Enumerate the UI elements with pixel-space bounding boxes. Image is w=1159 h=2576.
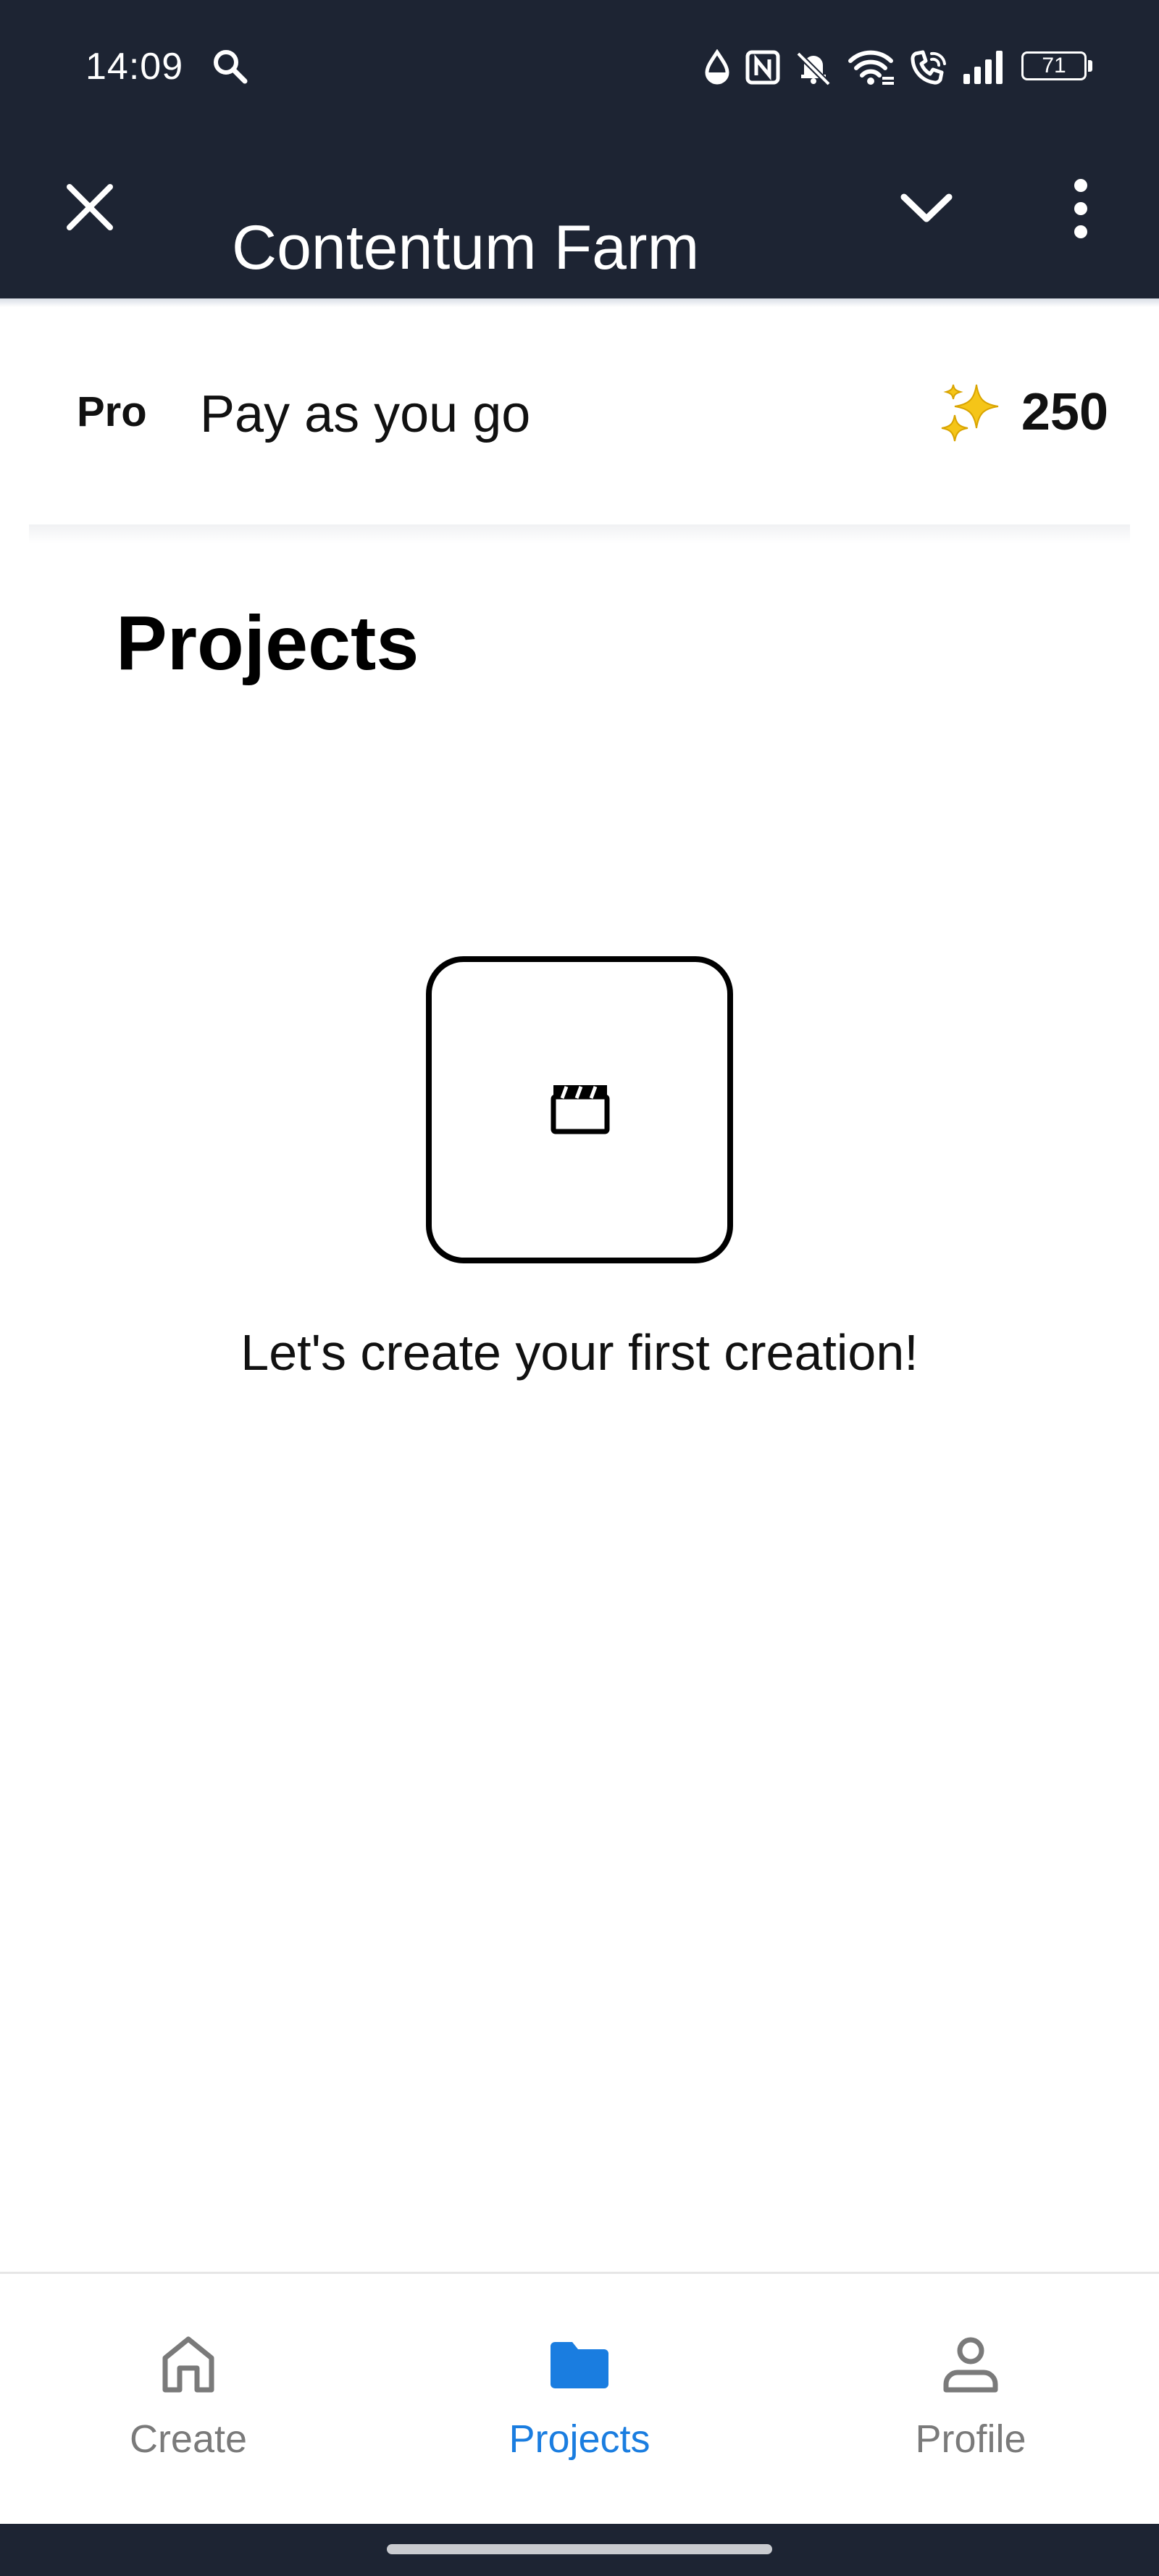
- nav-item-create[interactable]: Create: [43, 2274, 333, 2524]
- credits-counter: 250: [939, 380, 1108, 445]
- person-icon: [943, 2337, 998, 2393]
- more-vertical-icon[interactable]: [1053, 174, 1108, 243]
- bottom-nav: Create Projects Profile: [0, 2274, 1159, 2524]
- status-time: 14:09: [85, 46, 184, 88]
- water-drop-icon: [705, 49, 729, 85]
- plan-shadow: [29, 524, 1130, 543]
- wifi-icon: [848, 50, 894, 85]
- credits-count: 250: [1021, 383, 1108, 441]
- app-header-area: 14:09 71 Contentum Farm: [0, 0, 1159, 298]
- status-bar: 14:09 71: [0, 0, 1159, 133]
- nav-item-profile[interactable]: Profile: [826, 2274, 1116, 2524]
- bell-off-icon: [796, 51, 831, 86]
- nav-label-create: Create: [129, 2417, 248, 2461]
- page-title: Projects: [116, 601, 419, 686]
- battery-level: 71: [1042, 54, 1066, 78]
- home-icon: [162, 2336, 214, 2393]
- close-icon[interactable]: [58, 175, 122, 239]
- empty-state-card[interactable]: [426, 956, 733, 1263]
- gesture-handle[interactable]: [387, 2544, 772, 2554]
- empty-state-message: Let's create your first creation!: [240, 1324, 919, 1381]
- search-icon: [214, 50, 248, 84]
- header-shadow: [0, 298, 1159, 307]
- nav-label-profile: Profile: [915, 2417, 1026, 2461]
- signal-icon: [963, 51, 1003, 84]
- battery-icon: 71: [1021, 51, 1094, 83]
- nfc-icon: [745, 50, 780, 85]
- clapperboard-icon: [551, 1085, 610, 1134]
- nav-item-projects[interactable]: Projects: [435, 2274, 724, 2524]
- app-title: Contentum Farm: [232, 212, 700, 283]
- folder-icon: [551, 2342, 608, 2388]
- status-icons: 71: [703, 43, 1094, 91]
- wifi-calling-icon: [911, 50, 946, 85]
- title-bar: Contentum Farm: [0, 133, 1159, 298]
- chevron-down-icon[interactable]: [894, 175, 959, 241]
- sparkle-icon: [941, 384, 999, 442]
- system-gesture-area: [0, 2524, 1159, 2576]
- nav-label-projects: Projects: [509, 2417, 650, 2461]
- plan-badge: Pro: [77, 388, 147, 435]
- plan-name: Pay as you go: [200, 385, 531, 443]
- plan-row: Pro Pay as you go 250: [0, 307, 1159, 524]
